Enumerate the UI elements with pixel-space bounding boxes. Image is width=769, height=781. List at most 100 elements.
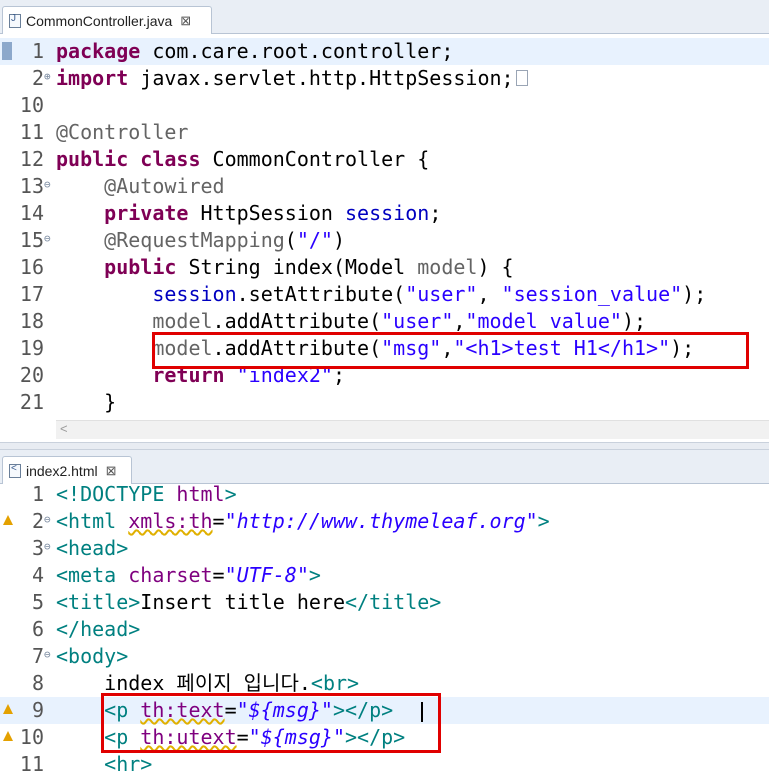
html-tag: <br> <box>310 671 360 695</box>
tab-commoncontroller-java[interactable]: J CommonController.java ⊠ <box>2 6 212 34</box>
code-line[interactable]: 10 <box>0 92 769 119</box>
code-text: = <box>212 563 225 587</box>
code-text: .setAttribute( <box>236 282 406 306</box>
collapsed-imports-icon[interactable] <box>515 69 528 86</box>
code-text: ; <box>429 201 442 225</box>
code-text: .addAttribute( <box>212 309 382 333</box>
line-number: 16 <box>19 255 44 279</box>
fold-collapse-icon[interactable]: ⊖ <box>44 533 51 560</box>
line-number: 15 <box>19 228 44 252</box>
fold-expand-icon[interactable]: ⊕ <box>44 63 51 90</box>
html-attr: th:utext <box>140 725 237 749</box>
code-text: , <box>453 309 466 333</box>
code-line[interactable]: 19 model.addAttribute("msg","<h1>test H1… <box>0 335 769 362</box>
code-line[interactable]: 11 <hr> <box>0 751 769 778</box>
html-tag: </title> <box>345 590 442 614</box>
html-attr: th:text <box>140 698 225 722</box>
code-line[interactable]: 15 ⊖ @RequestMapping("/") <box>0 227 769 254</box>
html-tag: <title> <box>56 590 141 614</box>
tab-index2-html[interactable]: < index2.html ⊠ <box>2 456 132 484</box>
code-line[interactable]: 11 @Controller <box>0 119 769 146</box>
close-icon[interactable]: ⊠ <box>180 13 191 29</box>
code-line[interactable]: 10 <p th:utext="${msg}"></p> <box>0 724 769 751</box>
code-text: ) <box>332 228 346 252</box>
line-number: 19 <box>19 336 44 360</box>
line-number: 1 <box>31 39 44 63</box>
html-editor-pane[interactable]: < index2.html ⊠ 1 <!DOCTYPE html> 2 ⊖ <h… <box>0 450 769 781</box>
code-line[interactable]: 3 ⊖ <head> <box>0 535 769 562</box>
field: session <box>345 201 430 225</box>
fold-collapse-icon[interactable]: ⊖ <box>44 641 51 668</box>
horizontal-scrollbar[interactable]: < <box>56 420 769 439</box>
line-number: 12 <box>19 147 44 171</box>
scroll-left-icon[interactable]: < <box>60 421 68 436</box>
string-literal: "session_value" <box>501 282 683 306</box>
string-literal: "<h1>test H1</h1>" <box>453 336 671 360</box>
code-line[interactable]: 8 index 페이지 입니다.<br> <box>0 670 769 697</box>
html-tag: <!DOCTYPE <box>56 482 165 506</box>
html-tag: <head> <box>56 536 129 560</box>
string-literal: "/" <box>296 228 333 252</box>
line-number: 20 <box>19 363 44 387</box>
code-line[interactable]: 4 <meta charset="UTF-8"> <box>0 562 769 589</box>
code-text: index 페이지 입니다. <box>104 671 311 695</box>
code-text: ); <box>682 282 707 306</box>
code-line[interactable]: 1 <!DOCTYPE html> <box>0 481 769 508</box>
code-line[interactable]: 20 return "index2"; <box>0 362 769 389</box>
line-number: 8 <box>31 671 44 695</box>
close-icon[interactable]: ⊠ <box>106 463 117 479</box>
code-line[interactable]: 21 } <box>0 389 769 416</box>
code-line[interactable]: 1 package com.care.root.controller; <box>0 38 769 65</box>
code-line[interactable]: 17 session.setAttribute("user", "session… <box>0 281 769 308</box>
code-line[interactable]: 6 </head> <box>0 616 769 643</box>
warning-icon[interactable] <box>0 724 13 751</box>
code-line[interactable]: 13 ⊖ @Autowired <box>0 173 769 200</box>
code-line[interactable]: 9 <p th:text="${msg}"></p> <box>0 697 769 724</box>
code-line[interactable]: 14 private HttpSession session; <box>0 200 769 227</box>
parameter: model <box>152 309 213 333</box>
html-editor-tabbar: < index2.html ⊠ <box>0 450 769 484</box>
line-number: 5 <box>31 590 44 614</box>
fold-collapse-icon[interactable]: ⊖ <box>44 225 51 252</box>
attr-value: "${msg}" <box>248 725 345 749</box>
html-tag: <body> <box>56 644 129 668</box>
string-literal: "user" <box>381 309 454 333</box>
warning-icon[interactable] <box>0 508 13 535</box>
code-line[interactable]: 5 <title>Insert title here</title> <box>0 589 769 616</box>
line-number: 4 <box>31 563 44 587</box>
tab-label: CommonController.java <box>26 12 173 29</box>
code-text: String index(Model <box>176 255 418 279</box>
code-line[interactable]: 18 model.addAttribute("user","model valu… <box>0 308 769 335</box>
html-tag: </head> <box>56 617 141 641</box>
code-text: javax.servlet.http.HttpSession; <box>128 66 514 90</box>
code-line[interactable]: 2 ⊕ import javax.servlet.http.HttpSessio… <box>0 65 769 92</box>
fold-collapse-icon[interactable]: ⊖ <box>44 506 51 533</box>
code-text: ); <box>621 309 647 333</box>
code-text: .addAttribute( <box>212 336 382 360</box>
line-number: 9 <box>31 698 44 722</box>
line-number: 17 <box>19 282 44 306</box>
code-line[interactable]: 12 public class CommonController { <box>0 146 769 173</box>
keyword: private <box>104 201 189 225</box>
fold-collapse-icon[interactable]: ⊖ <box>44 171 51 198</box>
string-literal: "msg" <box>381 336 442 360</box>
tab-label: index2.html <box>26 462 98 479</box>
string-literal: "index2" <box>236 363 333 387</box>
html-tag: <hr> <box>104 752 153 776</box>
keyword: import <box>56 66 129 90</box>
string-literal: "user" <box>405 282 478 306</box>
code-line[interactable]: 2 ⊖ <html xmls:th="http://www.thymeleaf.… <box>0 508 769 535</box>
code-line[interactable]: 7 ⊖ <body> <box>0 643 769 670</box>
warning-icon[interactable] <box>0 697 13 724</box>
code-text: ); <box>670 336 695 360</box>
text-caret <box>421 702 423 722</box>
html-attr: html <box>164 482 225 506</box>
java-editor-pane[interactable]: J CommonController.java ⊠ 1 package com.… <box>0 0 769 442</box>
code-text: ; <box>332 363 345 387</box>
line-number: 21 <box>19 390 44 414</box>
pane-separator[interactable] <box>0 442 769 450</box>
annotation: @Controller <box>56 120 189 144</box>
code-text: Insert title here <box>140 590 345 614</box>
code-line[interactable]: 16 public String index(Model model) { <box>0 254 769 281</box>
java-editor-tabbar: J CommonController.java ⊠ <box>0 0 769 34</box>
